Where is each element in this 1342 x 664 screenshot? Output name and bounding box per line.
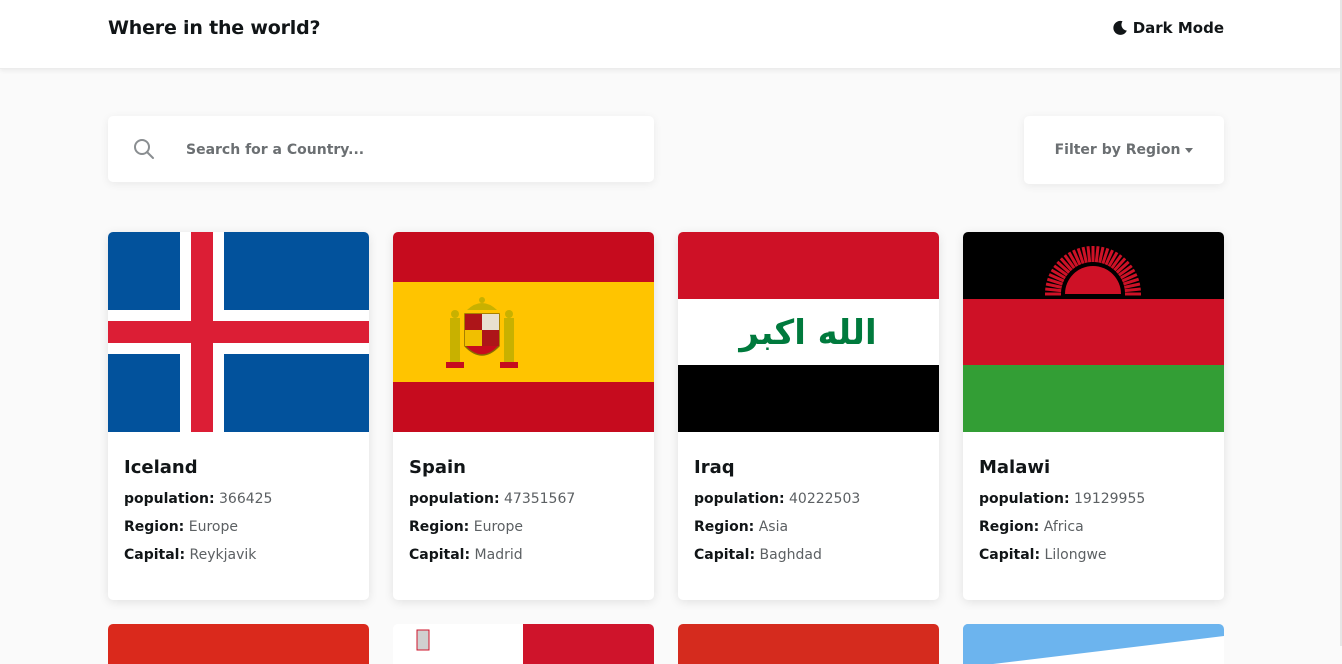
country-name: Iraq bbox=[694, 457, 735, 478]
population-value: 366425 bbox=[219, 491, 273, 507]
dark-mode-toggle[interactable]: Dark Mode bbox=[1112, 19, 1224, 37]
capital-line: Capital: Madrid bbox=[409, 547, 523, 563]
capital-value: Reykjavik bbox=[189, 547, 257, 563]
spain-flag bbox=[393, 232, 654, 432]
capital-line: Capital: Baghdad bbox=[694, 547, 822, 563]
iraq-flag: الله اكبر bbox=[678, 232, 939, 432]
capital-line: Capital: Reykjavik bbox=[124, 547, 256, 563]
region-line: Region: Europe bbox=[124, 519, 238, 535]
country-card-malawi[interactable]: Malawi population: 19129955 Region: Afri… bbox=[963, 232, 1224, 600]
app-header: Where in the world? Dark Mode bbox=[0, 0, 1342, 69]
search-icon bbox=[134, 139, 154, 159]
search-input[interactable] bbox=[184, 134, 628, 166]
malawi-flag bbox=[963, 232, 1224, 432]
region-label: Region: bbox=[979, 519, 1040, 535]
moon-icon bbox=[1113, 20, 1127, 35]
capital-value: Baghdad bbox=[759, 547, 822, 563]
iraq-flag-text: الله اكبر bbox=[737, 313, 876, 353]
country-card-spain[interactable]: Spain population: 47351567 Region: Europ… bbox=[393, 232, 654, 600]
population-line: population: 47351567 bbox=[409, 491, 575, 507]
country-card-partial-1[interactable] bbox=[108, 624, 369, 664]
capital-label: Capital: bbox=[694, 547, 756, 563]
region-value: Europe bbox=[473, 519, 523, 535]
region-line: Region: Africa bbox=[979, 519, 1084, 535]
search-box[interactable] bbox=[108, 116, 654, 182]
region-filter-dropdown[interactable]: Filter by Region bbox=[1024, 116, 1224, 184]
region-filter-label: Filter by Region bbox=[1054, 142, 1181, 158]
population-line: population: 366425 bbox=[124, 491, 272, 507]
iceland-flag bbox=[108, 232, 369, 432]
population-value: 40222503 bbox=[789, 491, 861, 507]
capital-label: Capital: bbox=[124, 547, 186, 563]
app-title: Where in the world? bbox=[108, 17, 321, 39]
region-label: Region: bbox=[409, 519, 470, 535]
capital-value: Madrid bbox=[474, 547, 523, 563]
country-card-iceland[interactable]: Iceland population: 366425 Region: Europ… bbox=[108, 232, 369, 600]
partial-flag-2 bbox=[393, 624, 654, 664]
country-name: Iceland bbox=[124, 457, 198, 478]
region-line: Region: Europe bbox=[409, 519, 523, 535]
country-card-partial-4[interactable] bbox=[963, 624, 1224, 664]
region-line: Region: Asia bbox=[694, 519, 788, 535]
region-value: Asia bbox=[758, 519, 789, 535]
capital-line: Capital: Lilongwe bbox=[979, 547, 1107, 563]
region-value: Europe bbox=[188, 519, 238, 535]
country-name: Spain bbox=[409, 457, 466, 478]
population-label: population: bbox=[694, 491, 785, 507]
dark-mode-label: Dark Mode bbox=[1132, 19, 1224, 37]
region-label: Region: bbox=[694, 519, 755, 535]
region-label: Region: bbox=[124, 519, 185, 535]
capital-label: Capital: bbox=[979, 547, 1041, 563]
population-label: population: bbox=[124, 491, 215, 507]
population-label: population: bbox=[409, 491, 500, 507]
caret-down-icon bbox=[1185, 148, 1194, 153]
population-value: 47351567 bbox=[504, 491, 576, 507]
population-line: population: 19129955 bbox=[979, 491, 1145, 507]
capital-value: Lilongwe bbox=[1044, 547, 1107, 563]
population-label: population: bbox=[979, 491, 1070, 507]
country-card-partial-2[interactable] bbox=[393, 624, 654, 664]
country-name: Malawi bbox=[979, 457, 1051, 478]
country-card-iraq[interactable]: الله اكبر Iraq population: 40222503 Regi… bbox=[678, 232, 939, 600]
region-value: Africa bbox=[1043, 519, 1084, 535]
population-line: population: 40222503 bbox=[694, 491, 860, 507]
capital-label: Capital: bbox=[409, 547, 471, 563]
country-card-partial-3[interactable] bbox=[678, 624, 939, 664]
partial-flag-4 bbox=[963, 624, 1224, 664]
population-value: 19129955 bbox=[1074, 491, 1146, 507]
